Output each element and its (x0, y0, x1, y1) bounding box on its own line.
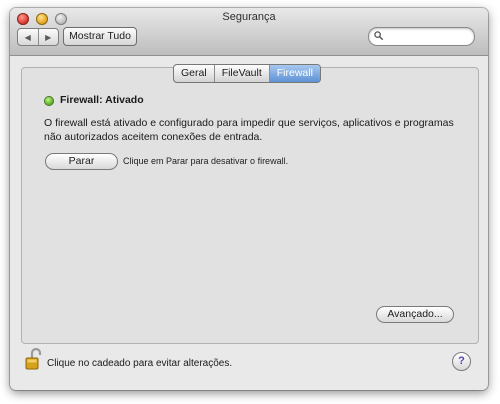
search-field[interactable] (368, 27, 475, 46)
tab-bar: Geral FileVault Firewall (173, 64, 321, 83)
show-all-button[interactable]: Mostrar Tudo (63, 27, 137, 46)
firewall-description: O firewall está ativado e configurado pa… (44, 117, 454, 143)
back-forward-control: ◀ ▶ (17, 28, 59, 46)
tab-firewall[interactable]: Firewall (268, 65, 320, 82)
search-icon (374, 31, 383, 40)
window-title: Segurança (222, 11, 276, 23)
back-arrow-icon[interactable]: ◀ (18, 29, 38, 45)
tab-filevault[interactable]: FileVault (213, 65, 269, 82)
firewall-status-label: Firewall: Ativado (60, 94, 144, 106)
forward-arrow-icon[interactable]: ▶ (37, 29, 59, 45)
tab-geral[interactable]: Geral (174, 65, 214, 82)
security-preferences-window: Segurança ◀ ▶ Mostrar Tudo Geral FileVau… (10, 8, 488, 390)
search-input[interactable] (385, 28, 467, 44)
lock-message: Clique no cadeado para evitar alterações… (47, 358, 233, 369)
unlocked-padlock-icon[interactable] (25, 347, 43, 371)
help-button[interactable]: ? (452, 352, 471, 371)
title-bar: Segurança ◀ ▶ Mostrar Tudo (10, 8, 488, 56)
stop-hint-text: Clique em Parar para desativar o firewal… (123, 156, 289, 166)
tab-content-panel (21, 67, 479, 344)
status-indicator-icon (45, 97, 53, 105)
stop-firewall-button[interactable]: Parar (45, 153, 118, 170)
advanced-button[interactable]: Avançado... (376, 306, 454, 323)
